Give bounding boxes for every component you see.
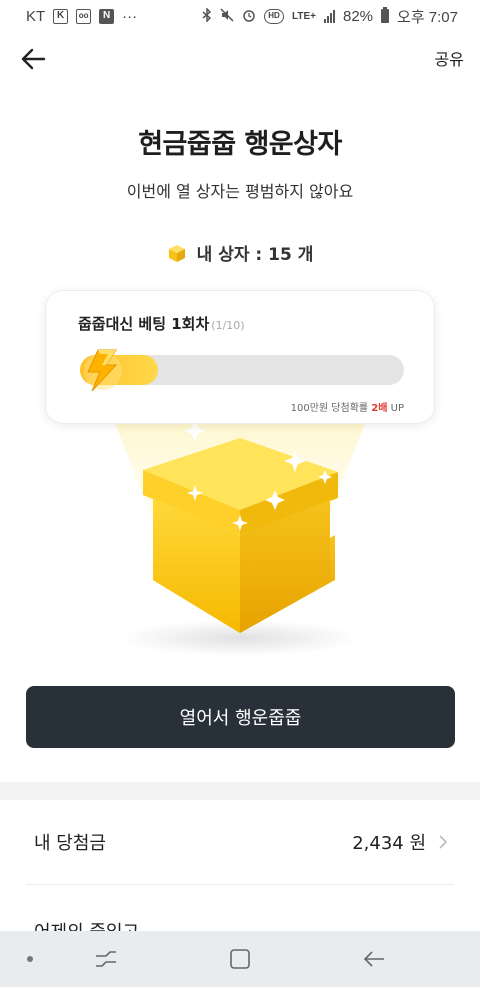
open-box-button[interactable]: 열어서 행운줍줍 — [26, 686, 455, 748]
share-button[interactable]: 공유 — [435, 46, 464, 70]
bluetooth-icon — [202, 6, 212, 25]
bet-progress-bar — [80, 355, 404, 385]
box-count: 내 상자 : 15 개 — [0, 240, 480, 265]
lucky-box-illustration[interactable] — [80, 410, 400, 670]
status-right: HD LTE+ 82% 오후 7:07 — [202, 6, 458, 27]
bet-progress-text: (1/10) — [211, 319, 245, 332]
recent-apps-icon[interactable] — [92, 945, 120, 973]
n-icon: N — [99, 8, 115, 24]
clock: 오후 7:07 — [397, 8, 458, 26]
lightning-icon — [84, 349, 122, 392]
winnings-right: 2,434 원 — [352, 829, 448, 855]
bet-note: 100만원 당첨확률 2배 UP — [291, 399, 404, 414]
home-icon[interactable] — [226, 945, 254, 973]
winnings-value: 2,434 원 — [352, 833, 426, 854]
gift-box-icon — [168, 244, 185, 262]
bet-note-highlight: 2배 — [371, 403, 388, 414]
network-label: LTE+ — [292, 10, 316, 22]
top-bar: 공유 — [0, 36, 480, 80]
hd-icon: HD — [264, 8, 285, 24]
winnings-row[interactable]: 내 당첨금 2,434 원 — [0, 800, 480, 884]
chevron-right-icon — [439, 835, 448, 849]
nav-dot-icon — [27, 956, 33, 962]
status-left: KT K oo N ··· — [26, 8, 137, 25]
bet-note-suffix: UP — [387, 403, 404, 414]
system-nav-bar — [0, 931, 480, 987]
bet-title: 줍줍대신 베팅 1회차 (1/10) — [78, 313, 245, 334]
carrier-label: KT — [26, 7, 46, 25]
status-bar: KT K oo N ··· HD LTE+ 82% 오후 7:07 — [0, 0, 480, 32]
winnings-label: 내 당첨금 — [34, 833, 106, 854]
arrow-left-icon — [21, 48, 46, 70]
back-nav-icon[interactable] — [360, 945, 388, 973]
signal-icon — [324, 9, 335, 23]
back-button[interactable] — [16, 42, 50, 76]
bet-note-prefix: 100만원 당첨확률 — [290, 403, 372, 414]
k-icon: K — [53, 8, 69, 24]
row-divider — [26, 884, 454, 885]
bet-title-text: 줍줍대신 베팅 1회차 — [78, 315, 210, 333]
vr-icon: oo — [76, 8, 92, 24]
more-notifications-icon: ··· — [122, 7, 138, 25]
mute-icon — [220, 7, 234, 25]
alarm-icon — [242, 8, 256, 25]
page-subtitle: 이번에 열 상자는 평범하지 않아요 — [126, 182, 354, 201]
battery-percent: 82% — [343, 7, 374, 25]
section-divider — [0, 782, 480, 800]
box-count-label: 내 상자 : 15 개 — [196, 245, 314, 265]
bet-card: 줍줍대신 베팅 1회차 (1/10) 100만원 당첨확률 2배 UP — [45, 290, 435, 424]
battery-icon — [381, 7, 390, 23]
page-title: 현금줍줍 행운상자 — [138, 129, 342, 160]
